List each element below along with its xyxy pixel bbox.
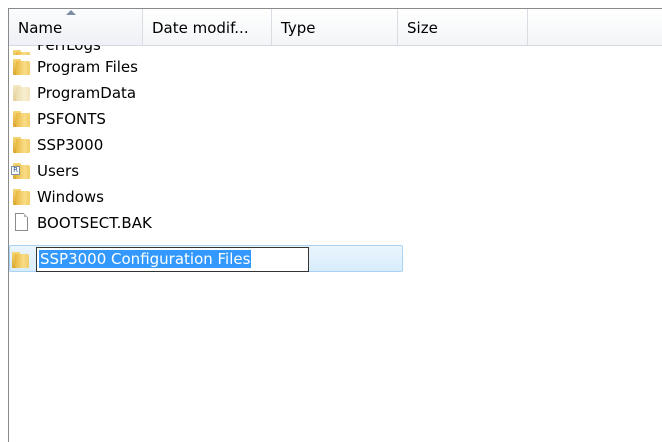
list-item-label: Windows	[37, 188, 104, 206]
column-header-date-label: Date modif...	[152, 19, 249, 37]
list-item-label: PSFONTS	[37, 110, 106, 128]
folder-icon	[12, 252, 29, 268]
list-item-label: Program Files	[37, 58, 138, 76]
column-header-type-label: Type	[281, 19, 316, 37]
list-item-ssp3000[interactable]: SSP3000	[11, 132, 405, 158]
list-item-label: SSP3000	[37, 136, 104, 154]
folder-icon	[13, 85, 30, 101]
list-item-bootsect[interactable]: BOOTSECT.BAK	[11, 210, 405, 236]
folder-icon	[13, 137, 30, 153]
column-header-bar: Name Date modif... Type Size	[9, 9, 662, 46]
rename-input[interactable]: SSP3000 Configuration Files	[36, 247, 309, 272]
file-icon	[15, 213, 28, 231]
column-header-name-label: Name	[18, 19, 63, 37]
rename-selected-text: SSP3000 Configuration Files	[39, 250, 252, 268]
file-list-view: Name Date modif... Type Size PerfLogs Pr…	[8, 8, 662, 442]
list-item-label: Users	[37, 162, 80, 180]
list-item-users[interactable]: R Users	[11, 158, 405, 184]
list-item-label: ProgramData	[37, 84, 137, 102]
column-header-size[interactable]: Size	[398, 9, 528, 45]
list-item-windows[interactable]: Windows	[11, 184, 405, 210]
list-item-label: BOOTSECT.BAK	[37, 214, 152, 232]
column-header-filler	[528, 9, 662, 45]
sort-ascending-icon	[66, 10, 76, 15]
folder-icon	[13, 189, 30, 205]
column-header-name[interactable]: Name	[9, 9, 143, 45]
column-header-type[interactable]: Type	[272, 9, 398, 45]
column-header-size-label: Size	[407, 19, 438, 37]
file-rows: PerfLogs Program Files ProgramData PSFON…	[9, 45, 662, 442]
list-item-psfonts[interactable]: PSFONTS	[11, 106, 405, 132]
folder-icon	[13, 111, 30, 127]
list-item-new-folder-selected[interactable]: SSP3000 Configuration Files	[9, 245, 403, 272]
list-item-program-files[interactable]: Program Files	[11, 54, 405, 80]
list-item-programdata[interactable]: ProgramData	[11, 80, 405, 106]
users-badge-icon: R	[11, 166, 20, 175]
column-header-date-modified[interactable]: Date modif...	[143, 9, 272, 45]
folder-icon	[13, 59, 30, 75]
